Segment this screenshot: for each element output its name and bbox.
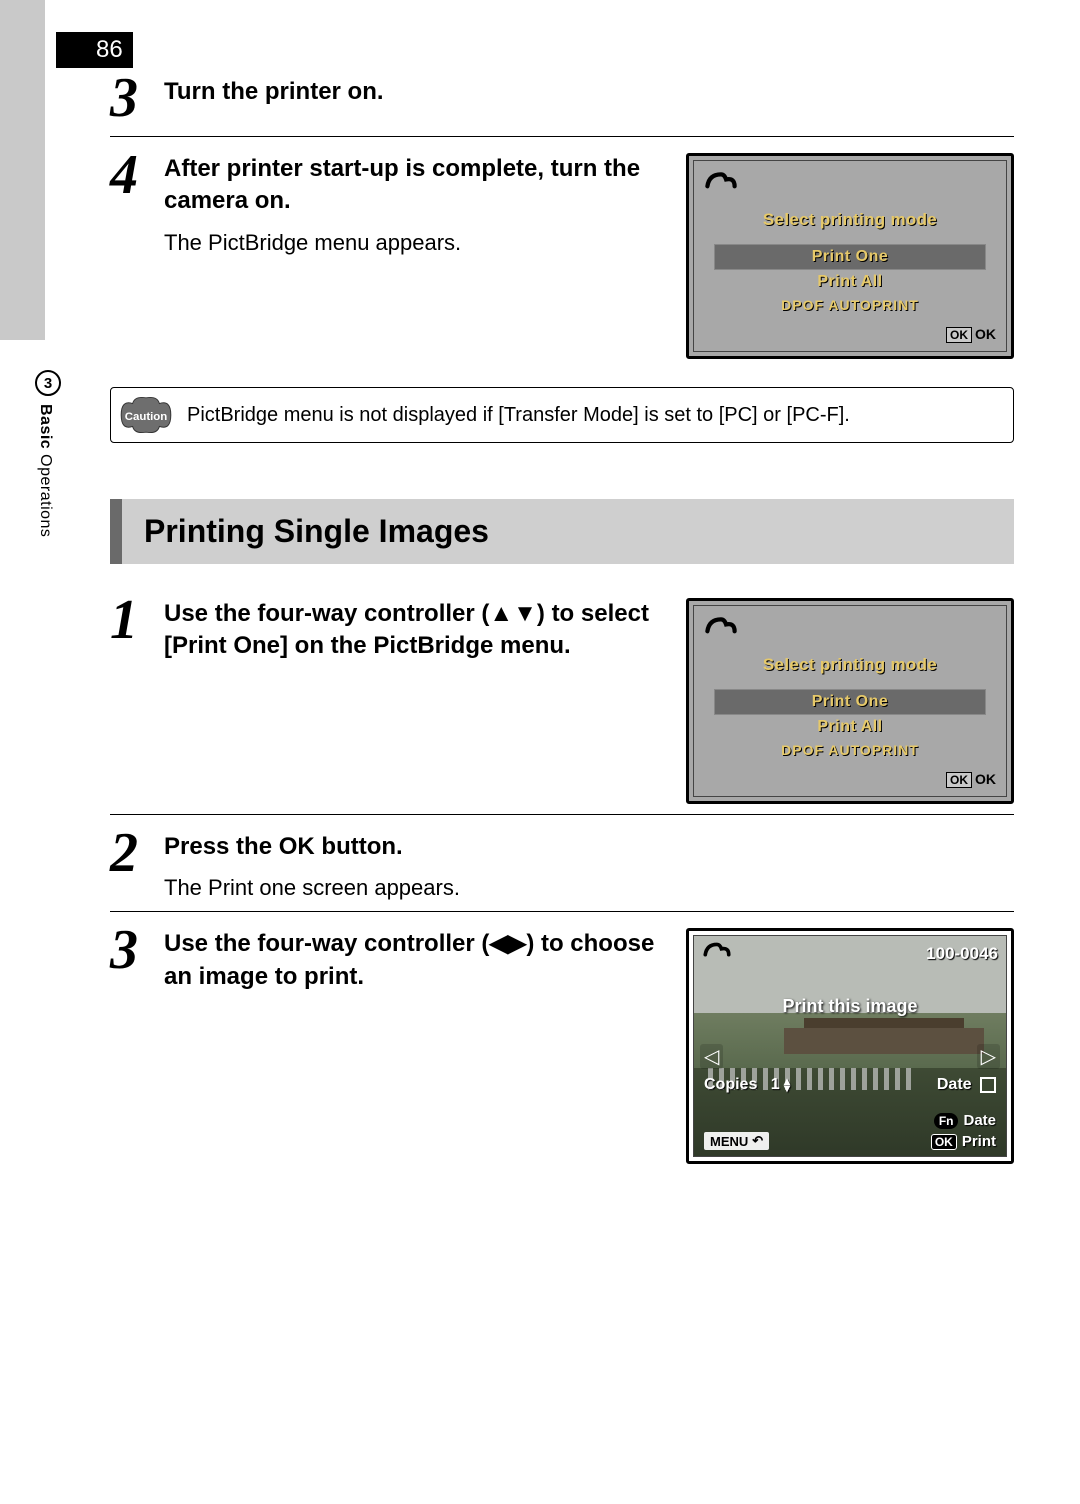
left-gray-band [0,0,45,340]
caution-box: Caution PictBridge menu is not displayed… [110,387,1014,443]
lcd-item: Print All [714,270,986,294]
updown-icon: ▴▾ [784,1078,790,1092]
lcd-title: Select printing mode [694,210,1006,230]
lcd-item-selected: Print One [714,689,986,715]
copies-value: 1 [771,1076,780,1093]
step-title: Use the four-way controller (▲▼) to sele… [164,598,666,663]
lcd-title: Select printing mode [694,655,1006,675]
print-message: Print this image [694,996,1006,1017]
section-heading-text: Printing Single Images [144,513,992,550]
fn-date-hint: FnDate [934,1112,996,1129]
lcd-item: Print All [714,715,986,739]
step-title: After printer start-up is complete, turn… [164,153,666,218]
svg-text:Caution: Caution [125,411,168,423]
step-number: 4 [110,147,164,359]
b-step-2: 2 Press the OK button. The Print one scr… [110,814,1014,901]
step-number: 1 [110,592,164,804]
lcd-menu: Print One Print All DPOF AUTOPRINT [714,689,986,761]
page-number: 86 [56,32,133,68]
section-heading: Printing Single Images [110,499,1014,564]
step-desc: The Print one screen appears. [164,875,1014,901]
lcd-item: DPOF AUTOPRINT [714,294,986,316]
chapter-title: Basic Operations [36,404,54,537]
chapter-tab: 3 Basic Operations [36,370,60,537]
lcd-screen-pictbridge-menu-2: Select printing mode Print One Print All… [686,598,1014,804]
lcd-ok-hint: OKOK [694,320,1006,351]
lcd-screen-print-this-image: 100-0046 Print this image ◁ ▷ Copies 1 [686,928,1014,1164]
lcd-item-selected: Print One [714,244,986,270]
step-desc: The PictBridge menu appears. [164,230,666,256]
step-title: Turn the printer on. [164,76,1014,108]
step-number: 2 [110,825,164,901]
caution-text: PictBridge menu is not displayed if [Tra… [187,402,850,429]
b-step-3: 3 Use the four-way controller (◀▶) to ch… [110,911,1014,1164]
pictbridge-icon [702,940,732,967]
back-icon: ↶ [752,1133,763,1149]
step-number: 3 [110,70,164,126]
date-checkbox [980,1077,996,1093]
step-4: 4 After printer start-up is complete, tu… [110,136,1014,359]
pictbridge-icon [704,614,1006,645]
step-3: 3 Turn the printer on. [110,70,1014,126]
copies-date-row: Copies 1 ▴▾ Date [704,1076,996,1094]
step-title: Press the OK button. [164,831,1014,863]
left-arrow-icon: ◁ [700,1044,723,1069]
step-title: Use the four-way controller (◀▶) to choo… [164,928,666,993]
right-arrow-icon: ▷ [977,1044,1000,1069]
copies-label: Copies [704,1076,757,1093]
ok-print-hint: OKPrint [931,1133,996,1150]
file-number: 100-0046 [926,944,998,964]
date-label: Date [937,1076,972,1093]
lcd-ok-hint: OKOK [694,765,1006,796]
b-step-1: 1 Use the four-way controller (▲▼) to se… [110,592,1014,804]
lcd-menu: Print One Print All DPOF AUTOPRINT [714,244,986,316]
page-content: 3 Turn the printer on. 4 After printer s… [110,70,1014,1164]
chapter-number-circle: 3 [35,370,61,396]
lcd-screen-pictbridge-menu: Select printing mode Print One Print All… [686,153,1014,359]
pictbridge-icon [704,169,1006,200]
step-number: 3 [110,922,164,1164]
lcd-item: DPOF AUTOPRINT [714,739,986,761]
left-right-arrows: ◁ ▷ [700,1044,1000,1069]
menu-back-hint: MENU↶ [704,1132,769,1150]
caution-icon: Caution [117,394,175,436]
